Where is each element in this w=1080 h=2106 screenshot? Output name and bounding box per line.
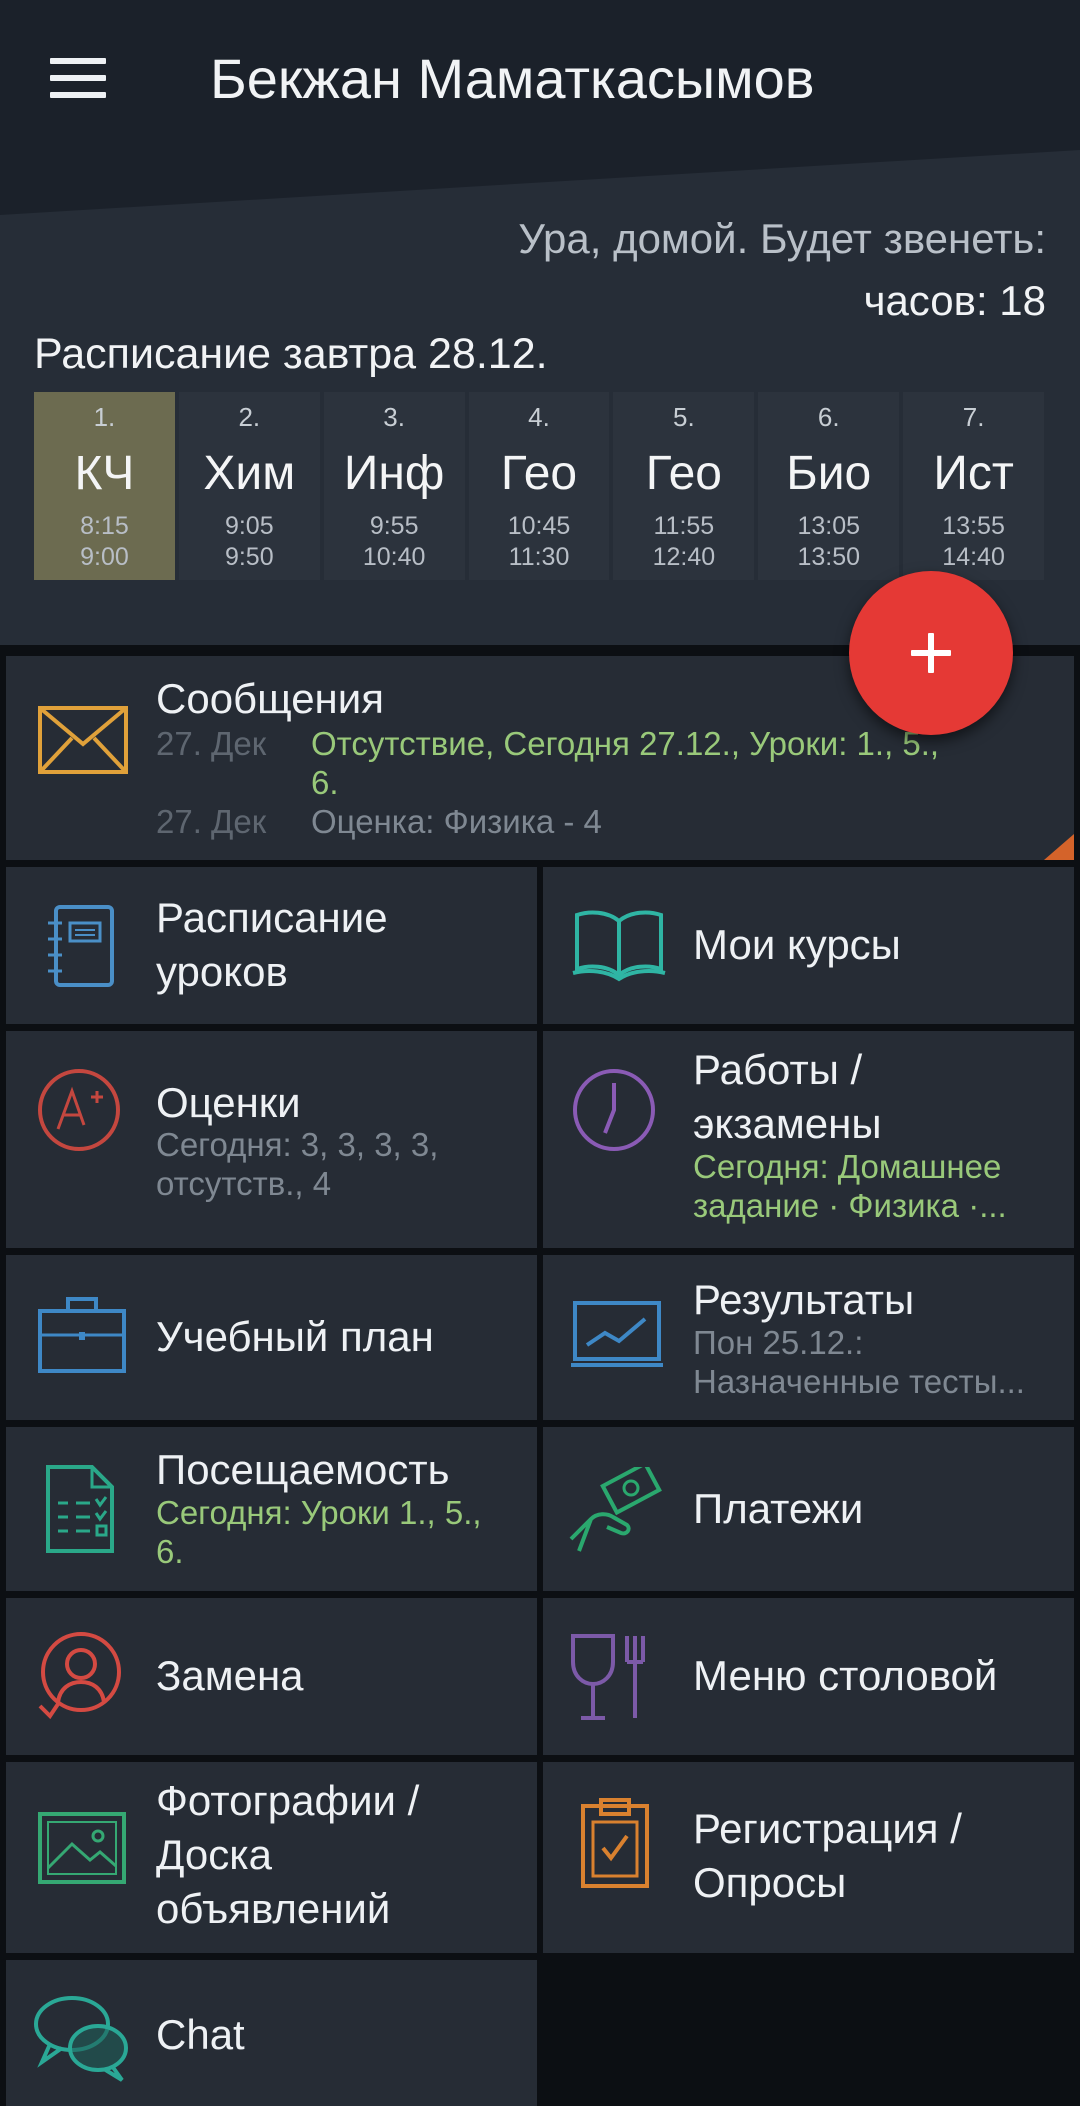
lesson-number: 6.	[817, 402, 840, 432]
lesson-cell[interactable]: 5. Гео 11:55 12:40	[613, 392, 755, 580]
messages-label: Сообщения	[156, 675, 384, 722]
lesson-cell[interactable]: 6. Био 13:05 13:50	[758, 392, 900, 580]
canteen-label: Меню столовой	[693, 1652, 998, 1699]
envelope-icon	[38, 706, 128, 774]
registration-label: Регистрация / Опросы	[693, 1805, 962, 1906]
substitution-tile[interactable]: Замена	[6, 1598, 537, 1755]
lesson-name: Инф	[343, 447, 445, 500]
exams-tile[interactable]: Работы / экзамены Сегодня: Домашнее зада…	[543, 1031, 1074, 1248]
briefcase-icon	[38, 1297, 126, 1373]
lesson-start: 13:05	[797, 512, 860, 540]
message-text: Отсутствие, Сегодня 27.12., Уроки: 1., 5…	[311, 725, 940, 801]
chat-bubbles-icon	[34, 1996, 128, 2082]
attendance-tile[interactable]: Посещаемость Сегодня: Уроки 1., 5., 6.	[6, 1427, 537, 1591]
attendance-label: Посещаемость	[156, 1446, 450, 1493]
message-item[interactable]: 27. Дек Оценка: Физика - 4	[156, 802, 1056, 842]
lesson-name: Гео	[500, 447, 578, 500]
courses-tile[interactable]: Мои курсы	[543, 867, 1074, 1024]
results-tile[interactable]: Результаты Пон 25.12.: Назначенные тесты…	[543, 1255, 1074, 1420]
lesson-cell[interactable]: 2. Хим 9:05 9:50	[178, 392, 320, 580]
plus-icon	[928, 633, 934, 673]
lesson-number: 1.	[93, 402, 116, 432]
lesson-end: 9:50	[224, 543, 274, 571]
lesson-cell[interactable]: 1. КЧ 8:15 9:00	[34, 392, 175, 580]
bell-hours-text: часов: 18	[863, 277, 1046, 324]
curriculum-label: Учебный план	[156, 1313, 434, 1360]
open-book-icon	[572, 910, 666, 982]
lesson-number: 4.	[528, 402, 550, 432]
lesson-end: 11:30	[508, 543, 570, 571]
lesson-start: 10:45	[507, 512, 571, 540]
photos-tile[interactable]: Фотографии / Доска объявлений	[6, 1762, 537, 1953]
hand-money-icon	[569, 1467, 662, 1552]
message-item[interactable]: 27. Дек Отсутствие, Сегодня 27.12., Урок…	[156, 724, 1056, 804]
lesson-number: 5.	[673, 402, 695, 432]
lesson-start: 13:55	[942, 512, 1005, 540]
message-text: Оценка: Физика - 4	[311, 803, 602, 840]
corner-indicator	[1044, 834, 1074, 860]
clipboard-check-icon	[581, 1798, 649, 1888]
photos-label: Фотографии / Доска объявлений	[156, 1777, 420, 1932]
lesson-number: 3.	[383, 402, 405, 432]
grade-a-plus-icon	[38, 1069, 120, 1151]
lesson-end: 12:40	[652, 543, 716, 571]
chat-label: Chat	[156, 2011, 245, 2058]
exams-label: Работы / экзамены	[693, 1046, 882, 1147]
grades-summary: Сегодня: 3, 3, 3, 3, отсутств., 4	[156, 1126, 439, 1202]
chat-tile[interactable]: Chat	[6, 1960, 537, 2106]
bell-status-text: Ура, домой. Будет звенеть:	[518, 215, 1046, 262]
lesson-start: 11:55	[653, 512, 715, 540]
checklist-document-icon	[46, 1465, 114, 1553]
lesson-name: КЧ	[74, 447, 135, 500]
canteen-tile[interactable]: Меню столовой	[543, 1598, 1074, 1755]
lesson-start: 9:55	[369, 512, 419, 540]
chart-board-icon	[571, 1301, 663, 1367]
lesson-end: 13:50	[797, 543, 860, 571]
hamburger-menu-icon[interactable]	[50, 58, 106, 98]
timetable-tile[interactable]: Расписание уроков	[6, 867, 537, 1024]
person-swap-icon	[38, 1632, 121, 1720]
registration-tile[interactable]: Регистрация / Опросы	[543, 1762, 1074, 1953]
add-fab-button[interactable]	[849, 571, 1013, 735]
lesson-name: Гео	[645, 447, 722, 500]
lesson-cell[interactable]: 7. Ист 13:55 14:40	[903, 392, 1045, 580]
picture-icon	[38, 1812, 126, 1884]
lesson-name: Ист	[933, 447, 1014, 500]
timetable-label: Расписание уроков	[156, 894, 388, 995]
results-summary: Пон 25.12.: Назначенные тесты...	[693, 1324, 1025, 1400]
clock-icon	[573, 1069, 655, 1151]
app-title: Бекжан Маматкасымов	[210, 47, 815, 110]
message-date: 27. Дек	[156, 803, 267, 840]
lesson-end: 10:40	[362, 543, 426, 571]
lesson-name: Хим	[203, 447, 296, 500]
lesson-start: 8:15	[80, 512, 129, 540]
glass-fork-icon	[571, 1634, 645, 1720]
schedule-title: Расписание завтра 28.12.	[34, 330, 548, 378]
grades-tile[interactable]: Оценки Сегодня: 3, 3, 3, 3, отсутств., 4	[6, 1031, 537, 1248]
exams-summary: Сегодня: Домашнее задание · Физика ·...	[693, 1148, 1007, 1224]
message-date: 27. Дек	[156, 725, 267, 762]
lesson-cell[interactable]: 3. Инф 9:55 10:40	[323, 392, 465, 580]
lesson-name: Био	[786, 447, 872, 500]
results-label: Результаты	[693, 1276, 915, 1323]
curriculum-tile[interactable]: Учебный план	[6, 1255, 537, 1420]
substitution-label: Замена	[156, 1652, 304, 1699]
lesson-cell[interactable]: 4. Гео 10:45 11:30	[468, 392, 610, 580]
lesson-end: 9:00	[80, 543, 129, 571]
courses-label: Мои курсы	[693, 921, 901, 968]
payments-tile[interactable]: Платежи	[543, 1427, 1074, 1591]
lesson-number: 7.	[962, 402, 985, 432]
notebook-icon	[48, 905, 114, 987]
attendance-summary: Сегодня: Уроки 1., 5., 6.	[156, 1494, 482, 1570]
payments-label: Платежи	[693, 1485, 864, 1532]
schedule-strip: 1. КЧ 8:15 9:00 2. Хим 9:05 9:50 3. Инф …	[34, 392, 1045, 580]
lesson-end: 14:40	[942, 543, 1005, 571]
lesson-number: 2.	[238, 402, 261, 432]
grades-label: Оценки	[156, 1079, 301, 1126]
lesson-start: 9:05	[224, 512, 274, 540]
